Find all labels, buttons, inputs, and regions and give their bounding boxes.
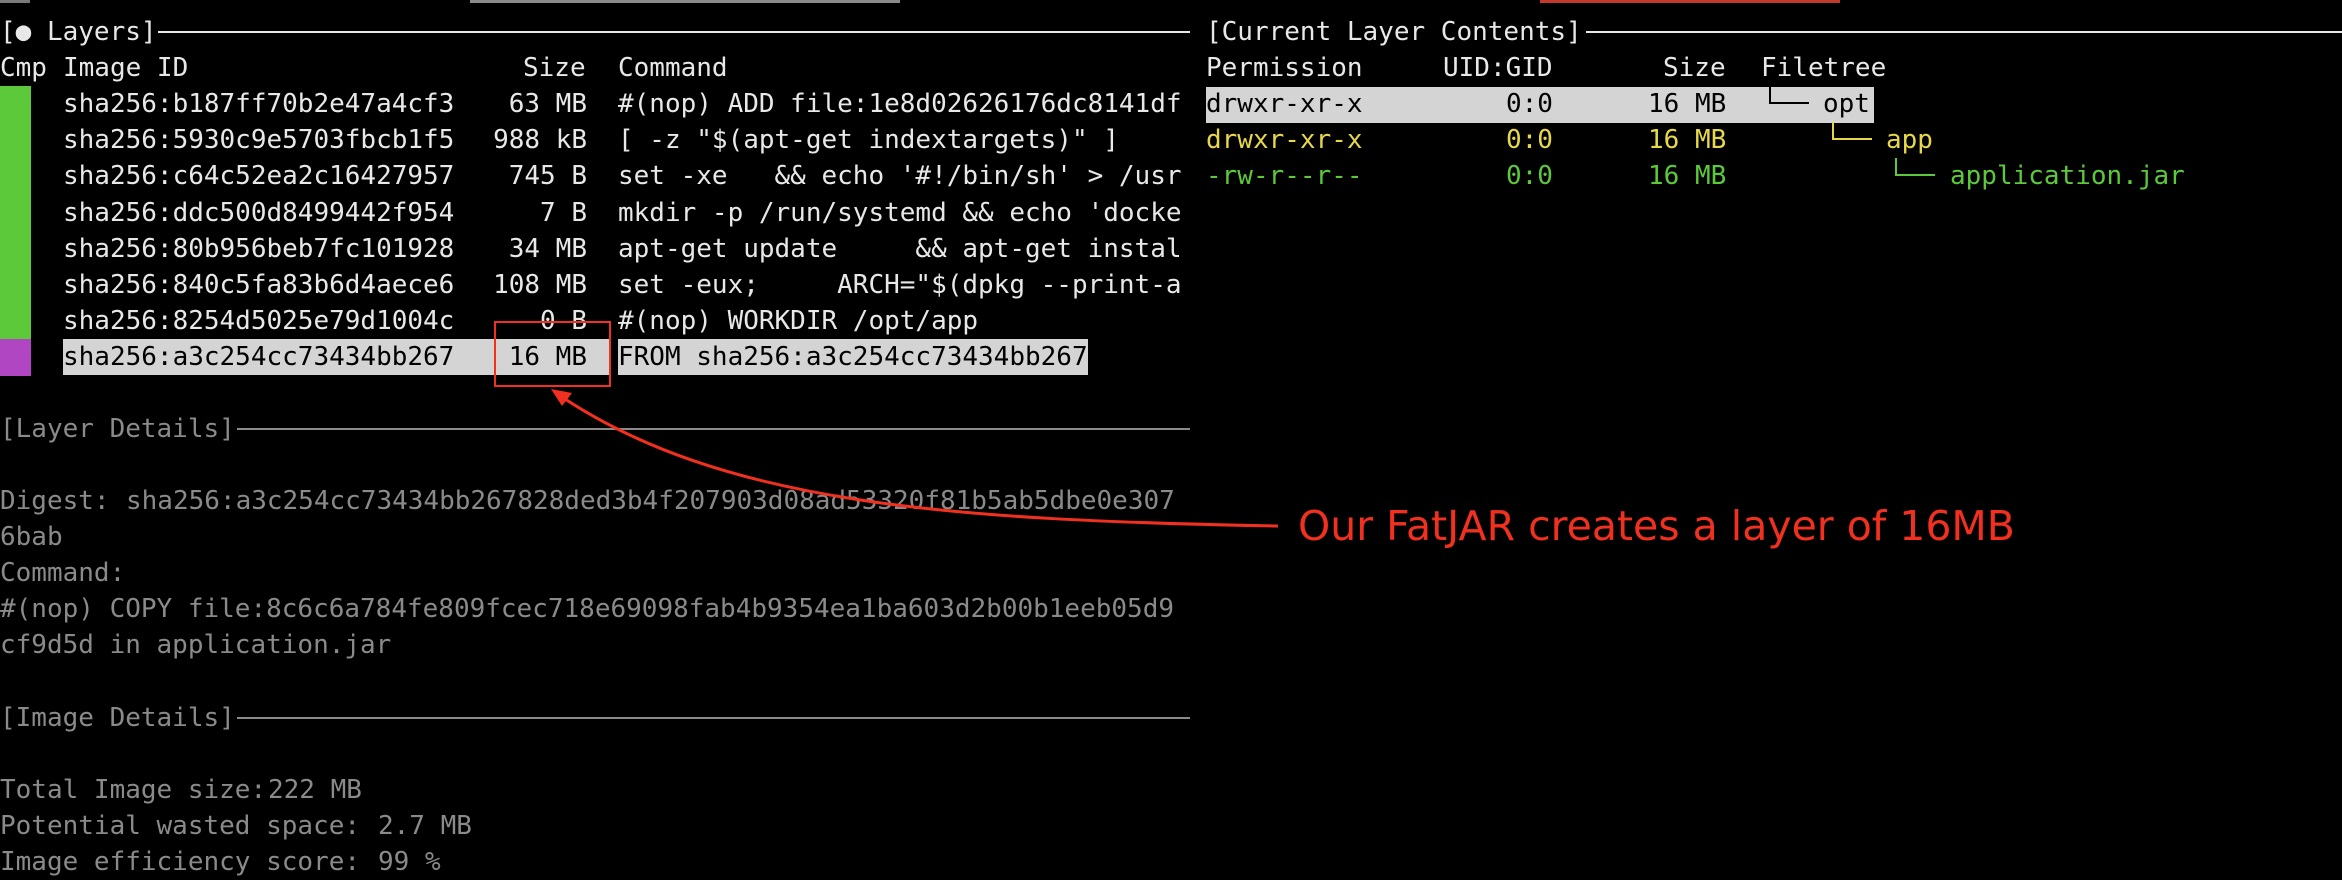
annotation-arrow — [551, 389, 1279, 528]
annotation-text: Our FatJAR creates a layer of 16MB — [1298, 502, 2015, 550]
